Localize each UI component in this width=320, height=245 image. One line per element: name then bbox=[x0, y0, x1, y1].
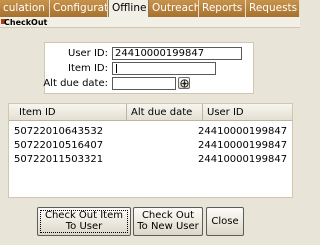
column-header-alt-due-date[interactable]: Alt due date bbox=[127, 104, 203, 121]
table-row[interactable]: 50722010516407 24410000199847 bbox=[9, 139, 292, 152]
tab-circulation[interactable]: culation bbox=[0, 0, 50, 17]
tab-requests[interactable]: Requests bbox=[246, 0, 300, 17]
cell-user-id: 24410000199847 bbox=[198, 126, 288, 137]
tab-configuration[interactable]: Configuration bbox=[50, 0, 108, 17]
page-header: CheckOut bbox=[0, 17, 300, 28]
button-label-line-1: Check Out Item bbox=[44, 210, 123, 221]
tab-offline[interactable]: Offline bbox=[108, 0, 149, 18]
user-id-field[interactable]: 24410000199847 bbox=[112, 47, 242, 60]
alt-due-date-label: Alt due date: bbox=[43, 78, 108, 89]
table-row[interactable]: 50722010643532 24410000199847 bbox=[9, 125, 292, 138]
button-label-line-2: To User bbox=[65, 221, 103, 232]
date-picker-button[interactable] bbox=[178, 77, 190, 89]
column-header-item-id[interactable]: Item ID bbox=[9, 104, 127, 121]
button-label-line-1: Check Out bbox=[141, 210, 195, 221]
checkout-table: Item ID Alt due date User ID 50722010643… bbox=[8, 103, 293, 198]
tab-reports[interactable]: Reports bbox=[199, 0, 246, 17]
calendar-icon bbox=[180, 79, 189, 88]
item-id-field[interactable] bbox=[112, 62, 216, 75]
table-header: Item ID Alt due date User ID bbox=[9, 104, 292, 121]
cell-item-id: 50722011503321 bbox=[14, 154, 104, 165]
cell-item-id: 50722010516407 bbox=[14, 140, 104, 151]
checkout-to-new-user-button[interactable]: Check Out To New User bbox=[133, 207, 203, 236]
tab-outreach[interactable]: Outreach bbox=[149, 0, 199, 17]
checkout-item-to-user-button[interactable]: Check Out Item To User bbox=[37, 207, 131, 236]
text-cursor bbox=[116, 64, 117, 73]
column-header-user-id[interactable]: User ID bbox=[203, 104, 292, 121]
tab-bar: culation Configuration Offline Outreach … bbox=[0, 0, 300, 18]
table-row[interactable]: 50722011503321 24410000199847 bbox=[9, 153, 292, 166]
page-title: CheckOut bbox=[4, 18, 48, 27]
button-label-line-2: To New User bbox=[137, 221, 199, 232]
button-label: Close bbox=[211, 216, 239, 227]
item-id-label: Item ID: bbox=[68, 63, 108, 74]
user-id-label: User ID: bbox=[68, 48, 108, 59]
cell-user-id: 24410000199847 bbox=[198, 154, 288, 165]
alt-due-date-field[interactable] bbox=[112, 77, 176, 90]
close-button[interactable]: Close bbox=[206, 207, 244, 236]
cell-item-id: 50722010643532 bbox=[14, 126, 104, 137]
cell-user-id: 24410000199847 bbox=[198, 140, 288, 151]
